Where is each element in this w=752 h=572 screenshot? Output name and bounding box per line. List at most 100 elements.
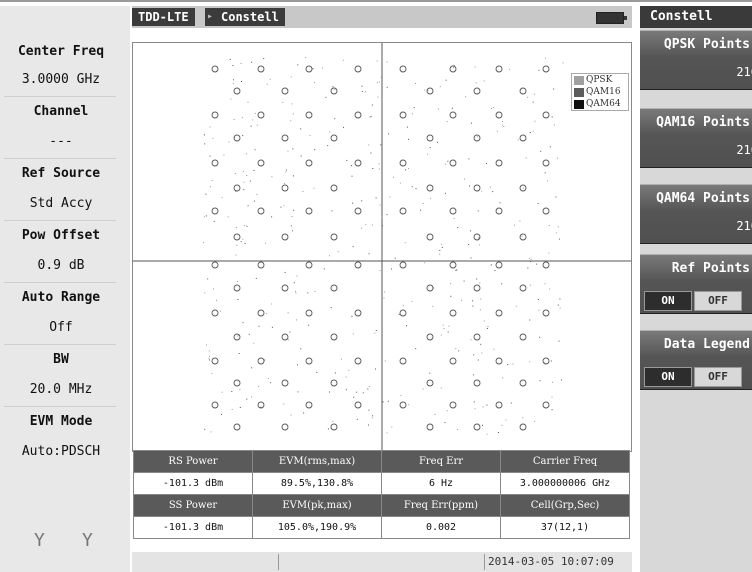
sample-dot [212,137,214,139]
sample-dot [539,336,541,338]
sample-dot [307,292,309,294]
reference-point [354,65,362,73]
bw-value[interactable]: 20.0 MHz [0,382,122,397]
qam64-points-value: 216 [736,219,752,233]
sample-dot [413,107,415,109]
sample-dot [203,216,205,218]
sample-dot [529,319,531,321]
qam64-points-button[interactable]: QAM64 Points 216 [640,184,752,244]
sample-dot [470,257,472,259]
sample-dot [240,241,242,243]
freq-err-ppm-header: Freq Err(ppm) [380,494,502,517]
qam16-points-button[interactable]: QAM16 Points 216 [640,108,752,168]
sample-dot [476,136,478,138]
data-legend-off-toggle[interactable]: OFF [694,367,742,387]
reference-point [519,423,527,431]
ref-points-off-toggle[interactable]: OFF [694,291,742,311]
bw-label[interactable]: BW [0,352,122,367]
sample-dot [538,69,540,71]
reference-point [542,207,550,215]
sample-dot [432,305,434,307]
sample-dot [334,118,336,120]
ref-points-label: Ref Points [671,261,750,276]
sample-dot [379,270,381,272]
sample-dot [348,369,350,371]
sample-dot [376,60,378,62]
sample-dot [292,230,294,232]
reference-point [426,333,434,341]
pow-offset-label[interactable]: Pow Offset [0,228,122,243]
sample-dot [371,104,373,106]
sample-dot [237,335,239,337]
sample-dot [514,224,515,226]
sample-dot [362,392,364,394]
sample-dot [559,307,561,309]
auto-range-value[interactable]: Off [0,320,122,335]
ref-points-button[interactable]: Ref Points ON OFF [640,254,752,314]
sample-dot [455,269,457,271]
reference-point [281,379,289,387]
sample-dot [479,282,481,284]
sample-dot [209,155,211,157]
sample-dot [545,57,546,59]
cell-value: 37(12,1) [500,516,630,539]
sample-dot [406,325,407,327]
sample-dot [457,227,459,229]
reference-point [542,357,550,365]
sample-dot [402,304,404,306]
sample-dot [558,238,560,240]
data-legend-label: Data Legend [663,337,750,352]
auto-range-label[interactable]: Auto Range [0,290,122,305]
ref-points-on-toggle[interactable]: ON [644,291,692,311]
sample-dot [507,364,509,366]
ref-source-label[interactable]: Ref Source [0,166,122,181]
sample-dot [208,359,210,361]
sample-dot [430,197,431,199]
mode-tab[interactable]: TDD-LTE [132,8,195,26]
sample-dot [555,196,557,198]
sample-dot [368,409,370,411]
sample-dot [283,403,285,405]
sample-dot [533,93,535,95]
center-freq-label[interactable]: Center Freq [0,44,122,59]
channel-label[interactable]: Channel [0,104,122,119]
evm-mode-label[interactable]: EVM Mode [0,414,122,429]
qpsk-points-value: 216 [736,65,752,79]
reference-point [495,309,503,317]
qam16-points-value: 216 [736,143,752,157]
view-tab[interactable]: Constell [215,8,285,26]
qpsk-points-button[interactable]: QPSK Points 216 [640,30,752,90]
sample-dot [492,191,494,193]
sample-dot [479,244,481,246]
sample-dot [233,79,234,81]
reference-point [305,401,313,409]
channel-value[interactable]: --- [0,134,122,149]
sample-dot [368,386,370,387]
center-freq-value[interactable]: 3.0000 GHz [0,72,122,87]
data-legend-on-toggle[interactable]: ON [644,367,692,387]
data-legend-button[interactable]: Data Legend ON OFF [640,330,752,390]
sample-dot [463,280,465,282]
evm-mode-value[interactable]: Auto:PDSCH [0,444,122,459]
screen-header: TDD-LTE ▸ Constell [132,6,632,28]
sample-dot [254,149,256,151]
reference-point [233,233,241,241]
sample-dot [477,359,479,361]
sample-dot [451,107,453,109]
sample-dot [381,225,383,227]
sample-dot [334,89,336,91]
reference-point [305,65,313,73]
carrier-freq-value: 3.000000006 GHz [500,472,630,495]
reference-point [330,284,338,292]
sample-dot [443,328,445,329]
qpsk-points-label: QPSK Points [663,37,750,52]
sample-dot [300,155,302,157]
reference-point [354,309,362,317]
sample-dot [447,160,449,162]
ref-source-value[interactable]: Std Accy [0,196,122,211]
reference-point [399,401,407,409]
sample-dot [429,372,431,374]
reference-point [354,159,362,167]
reference-point [495,401,503,409]
pow-offset-value[interactable]: 0.9 dB [0,258,122,273]
